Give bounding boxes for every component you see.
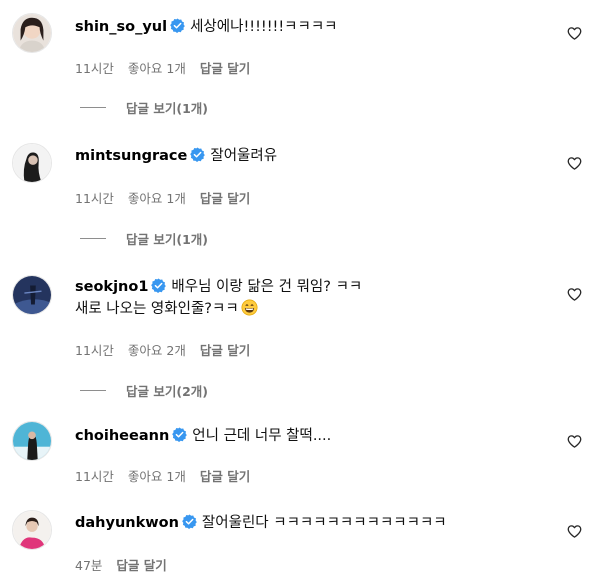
verified-badge-icon: [170, 18, 185, 33]
heart-icon[interactable]: [567, 26, 582, 41]
comment-time: 11시간: [75, 191, 114, 206]
verified-badge-icon: [151, 278, 167, 293]
heart-icon[interactable]: [567, 434, 582, 449]
username[interactable]: shin_so_yul: [75, 19, 167, 35]
divider-line: [80, 390, 106, 391]
comment-line: mintsungrace 잘어울려유: [75, 146, 277, 167]
view-replies-label: 답글 보기(1개): [126, 101, 208, 116]
verified-badge-icon: [190, 147, 206, 162]
comment-text: 잘어울려유: [210, 148, 278, 164]
grinning-face-emoji-icon: [241, 299, 258, 316]
comment-text: 배우님 이랑 닮은 건 뭐임? ㅋㅋ: [171, 279, 363, 295]
reply-button[interactable]: 답글 달기: [200, 469, 250, 484]
comment-time: 11시간: [75, 61, 114, 76]
avatar[interactable]: [12, 143, 52, 183]
comment-line: seokjno1 배우님 이랑 닮은 건 뭐임? ㅋㅋ: [75, 277, 362, 298]
comment-text-line-2: 새로 나오는 영화인줄?ㅋㅋ: [75, 301, 239, 317]
heart-icon[interactable]: [567, 524, 582, 539]
comment-meta: 11시간 좋아요 1개 답글 달기: [75, 188, 264, 207]
view-replies-label: 답글 보기(1개): [126, 232, 208, 247]
heart-icon[interactable]: [567, 287, 582, 302]
likes-count[interactable]: 좋아요 2개: [128, 343, 186, 358]
comment-meta: 11시간 좋아요 1개 답글 달기: [75, 466, 264, 485]
comment-meta: 47분 답글 달기: [75, 555, 181, 574]
username[interactable]: mintsungrace: [75, 148, 187, 164]
reply-button[interactable]: 답글 달기: [116, 558, 166, 573]
comment-line: choiheeann 언니 근데 너무 찰떡....: [75, 426, 331, 447]
avatar[interactable]: [12, 510, 52, 550]
likes-count[interactable]: 좋아요 1개: [128, 191, 186, 206]
comment-line: shin_so_yul 세상에나!!!!!!!ㅋㅋㅋㅋ: [75, 17, 338, 38]
view-replies-button[interactable]: 답글 보기(1개): [80, 229, 208, 248]
divider-line: [80, 238, 106, 239]
comment-text: 언니 근데 너무 찰떡....: [192, 428, 332, 444]
view-replies-button[interactable]: 답글 보기(2개): [80, 381, 208, 400]
reply-button[interactable]: 답글 달기: [200, 343, 250, 358]
comment-text: 세상에나!!!!!!!ㅋㅋㅋㅋ: [190, 19, 338, 35]
username[interactable]: choiheeann: [75, 428, 169, 444]
reply-button[interactable]: 답글 달기: [200, 191, 250, 206]
comment-line: dahyunkwon 잘어울린다 ㅋㅋㅋㅋㅋㅋㅋㅋㅋㅋㅋㅋㅋ: [75, 513, 447, 534]
divider-line: [80, 107, 106, 108]
comment-time: 11시간: [75, 469, 114, 484]
likes-count[interactable]: 좋아요 1개: [128, 469, 186, 484]
view-replies-label: 답글 보기(2개): [126, 384, 208, 399]
avatar[interactable]: [12, 13, 52, 53]
username[interactable]: seokjno1: [75, 279, 148, 295]
username[interactable]: dahyunkwon: [75, 515, 179, 531]
comment-text: 잘어울린다 ㅋㅋㅋㅋㅋㅋㅋㅋㅋㅋㅋㅋㅋ: [201, 515, 447, 531]
comment-line-2: 새로 나오는 영화인줄?ㅋㅋ: [75, 299, 258, 320]
comment-time: 47분: [75, 558, 103, 573]
avatar[interactable]: [12, 275, 52, 315]
verified-badge-icon: [172, 427, 188, 442]
heart-icon[interactable]: [567, 156, 582, 171]
avatar[interactable]: [12, 421, 52, 461]
verified-badge-icon: [182, 514, 197, 529]
likes-count[interactable]: 좋아요 1개: [128, 61, 186, 76]
reply-button[interactable]: 답글 달기: [200, 61, 250, 76]
comment-meta: 11시간 좋아요 2개 답글 달기: [75, 340, 264, 359]
comment-meta: 11시간 좋아요 1개 답글 달기: [75, 58, 264, 77]
comment-time: 11시간: [75, 343, 114, 358]
view-replies-button[interactable]: 답글 보기(1개): [80, 98, 208, 117]
